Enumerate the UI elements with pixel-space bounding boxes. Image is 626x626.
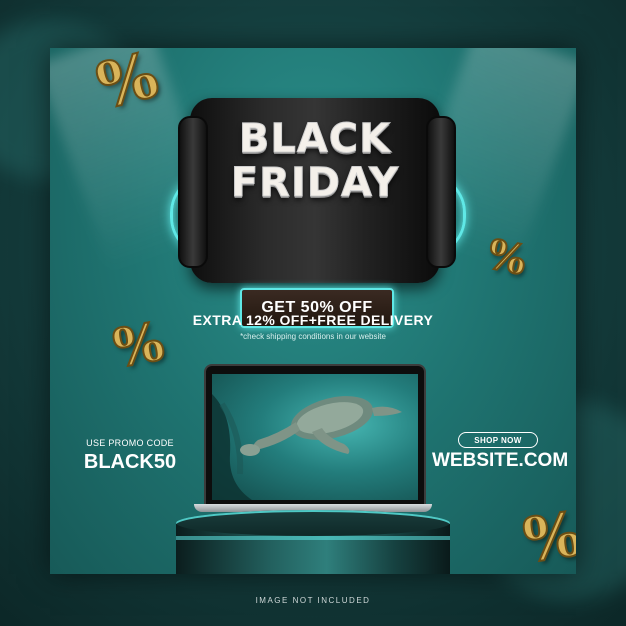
footer-note: IMAGE NOT INCLUDED <box>255 596 371 605</box>
promo-label: USE PROMO CODE <box>86 438 174 448</box>
percent-icon: % <box>483 230 532 286</box>
page-background: % % % % BLACK FRIDAY GET 50% OFF EXTRA 1… <box>0 0 626 626</box>
laptop-mockup <box>204 364 426 508</box>
laptop-display <box>212 374 418 500</box>
podium-neon-band <box>176 536 450 540</box>
black-friday-badge: BLACK FRIDAY GET 50% OFF <box>170 98 466 328</box>
shop-now-button[interactable]: SHOP NOW <box>458 432 538 448</box>
percent-icon: % <box>518 498 576 574</box>
podium-top <box>176 510 450 536</box>
turtle-illustration <box>212 394 402 500</box>
badge-title-line2: FRIDAY <box>230 160 400 207</box>
badge-title-line1: BLACK <box>238 116 392 163</box>
headline: EXTRA 12% OFF+FREE DELIVERY <box>192 312 434 328</box>
shipping-note: *check shipping conditions in our websit… <box>240 332 386 341</box>
website-link[interactable]: WEBSITE.COM <box>432 450 568 472</box>
promo-code: BLACK50 <box>83 451 177 473</box>
promo-card: % % % % BLACK FRIDAY GET 50% OFF EXTRA 1… <box>50 48 576 574</box>
